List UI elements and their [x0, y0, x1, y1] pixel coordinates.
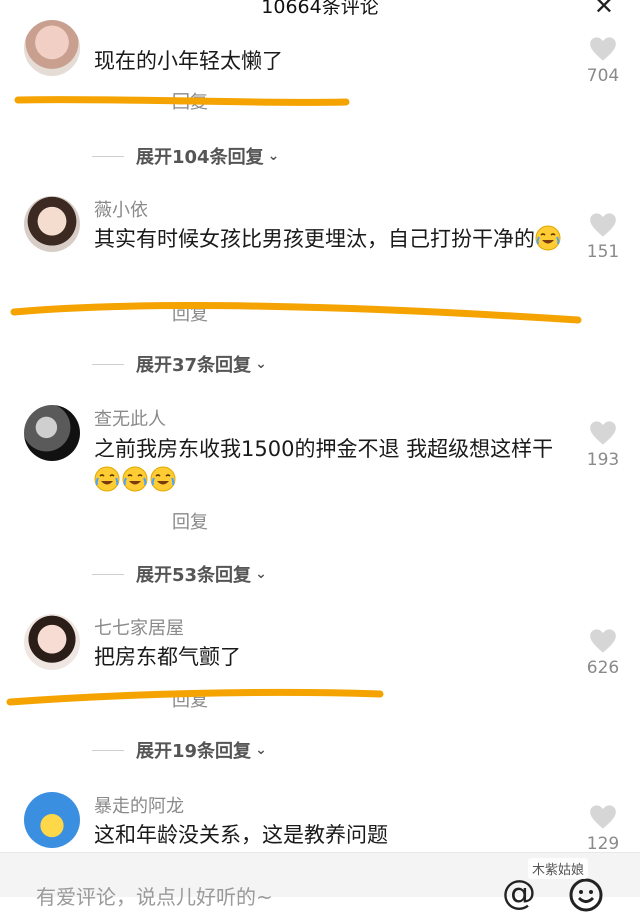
divider [92, 573, 124, 575]
divider [92, 363, 124, 365]
expand-label: 展开37条回复 [136, 355, 252, 376]
like-count: 151 [586, 242, 620, 262]
comment-text: 这和年龄没关系，这是教养问题 [94, 823, 388, 847]
expand-label: 展开104条回复 [136, 147, 264, 168]
comment-text-content: 其实有时候女孩比男孩更埋汰，自己打扮干净的 [94, 227, 535, 251]
highlight-stroke [10, 302, 582, 324]
username[interactable]: 查无此人 [94, 405, 166, 431]
username[interactable]: 七七家居屋 [94, 614, 184, 640]
like-count: 129 [586, 834, 620, 854]
chevron-down-icon: ⌄ [267, 148, 280, 164]
smile-icon[interactable] [568, 877, 604, 913]
expand-replies-button[interactable]: 展开53条回复 ⌄ [92, 562, 267, 586]
avatar[interactable] [24, 20, 80, 76]
chevron-down-icon: ⌄ [255, 566, 267, 582]
avatar[interactable] [24, 196, 80, 252]
like-button[interactable]: 626 [580, 628, 626, 678]
avatar[interactable] [24, 614, 80, 670]
expand-replies-button[interactable]: 展开37条回复 ⌄ [92, 352, 267, 376]
at-icon[interactable]: @ [502, 873, 536, 913]
comment-text: 把房东都气颤了 [94, 645, 241, 669]
watermark: 木紫姑娘 [528, 858, 589, 879]
expand-label: 展开53条回复 [136, 565, 252, 586]
like-count: 193 [586, 450, 620, 470]
laughing-crying-emoji-icon [94, 466, 120, 492]
like-button[interactable]: 129 [580, 804, 626, 854]
page-title: 10664条评论 [261, 0, 379, 18]
comment-text-content: 之前我房东收我1500的押金不退 我超级想这样干 [94, 437, 554, 461]
avatar[interactable] [24, 405, 80, 461]
laughing-crying-emoji-icon [535, 225, 561, 251]
like-count: 626 [586, 658, 620, 678]
expand-replies-button[interactable]: 展开19条回复 ⌄ [92, 738, 267, 762]
username[interactable]: 暴走的阿龙 [94, 792, 184, 818]
reply-button[interactable]: 回复 [172, 686, 208, 712]
avatar[interactable] [24, 792, 80, 848]
heart-icon [590, 213, 616, 237]
heart-icon [590, 805, 616, 829]
laughing-crying-emoji-icon [122, 466, 148, 492]
expand-label: 展开19条回复 [136, 741, 252, 762]
like-count: 704 [586, 66, 620, 86]
chevron-down-icon: ⌄ [255, 742, 267, 758]
laughing-crying-emoji-icon [150, 466, 176, 492]
reply-button[interactable]: 回复 [172, 508, 208, 534]
like-button[interactable]: 151 [580, 212, 626, 262]
reply-button[interactable]: 回复 [172, 300, 208, 326]
reply-button[interactable]: 回复 [172, 88, 208, 114]
comment-text: 现在的小年轻太懒了 [94, 49, 283, 73]
username[interactable]: 薇小依 [94, 196, 148, 222]
comments-header: 10664条评论 ✕ [0, 0, 640, 20]
expand-replies-button[interactable]: 展开104条回复 ⌄ [92, 144, 279, 168]
heart-icon [590, 629, 616, 653]
comment-text: 其实有时候女孩比男孩更埋汰，自己打扮干净的 [94, 224, 574, 255]
heart-icon [590, 421, 616, 445]
like-button[interactable]: 193 [580, 420, 626, 470]
chevron-down-icon: ⌄ [255, 356, 267, 372]
divider [92, 749, 124, 751]
heart-icon [590, 37, 616, 61]
divider [92, 155, 124, 157]
like-button[interactable]: 704 [580, 36, 626, 86]
comment-text: 之前我房东收我1500的押金不退 我超级想这样干 [94, 434, 574, 496]
close-icon[interactable]: ✕ [594, 0, 614, 18]
